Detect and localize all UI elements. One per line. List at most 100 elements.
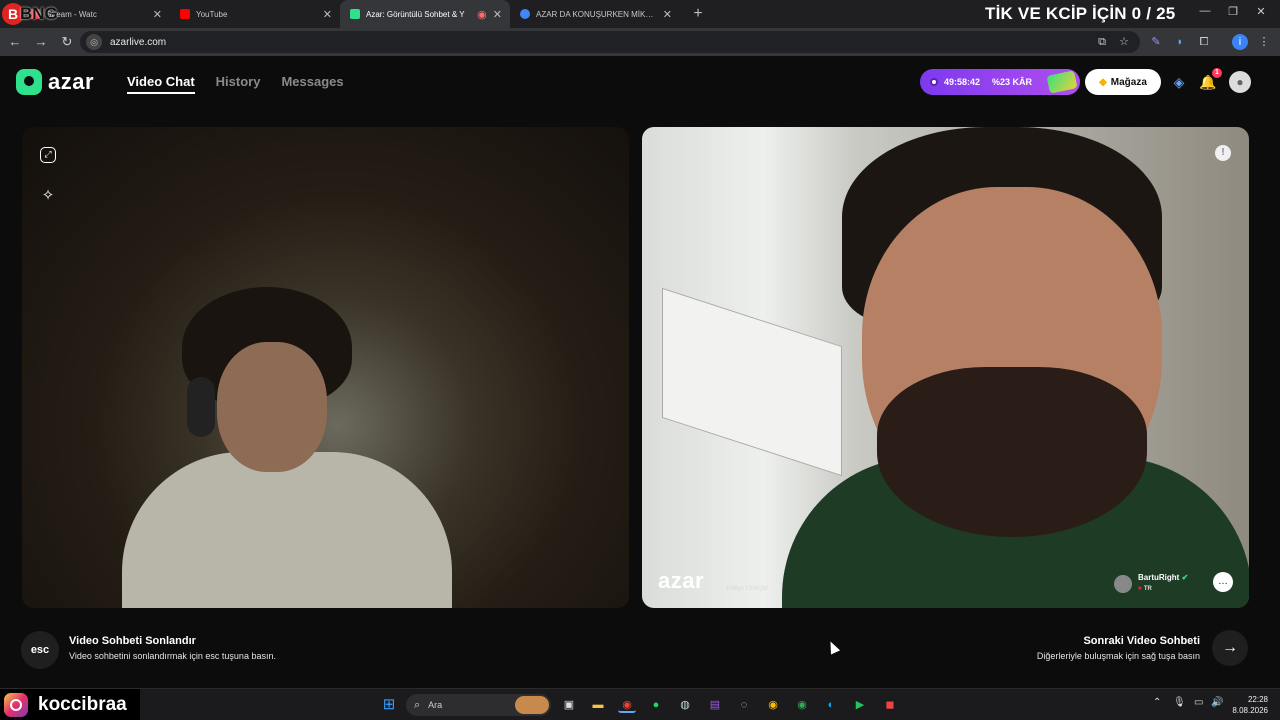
gem-gift-icon [1046, 70, 1078, 94]
peer-country: TR [1143, 586, 1152, 592]
tab-title: AZAR DA KONUŞURKEN MİKRO [536, 9, 657, 19]
next-chat-hint: Diğerleriyle buluşmak için sağ tuşa bası… [1036, 651, 1200, 661]
instagram-icon [4, 693, 28, 717]
forward-icon[interactable]: → [30, 31, 52, 53]
steam-icon[interactable]: ◍ [676, 697, 694, 713]
azar-favicon-icon [350, 9, 360, 19]
streamer-handle-text: koccibraa [38, 694, 127, 715]
tab-google[interactable]: AZAR DA KONUŞURKEN MİKRO ✕ [510, 0, 680, 28]
reload-icon[interactable]: ↻ [56, 31, 78, 53]
shop-label: Mağaza [1110, 76, 1147, 88]
nav-video-chat[interactable]: Video Chat [127, 74, 195, 94]
streaming-app-icon[interactable]: ◼ [881, 697, 899, 713]
media-app-icon[interactable]: ▤ [706, 697, 724, 713]
verified-icon: ✔ [1181, 573, 1189, 582]
address-bar[interactable]: ◎ azarlive.com [80, 31, 1140, 53]
taskbar-clock[interactable]: 22:28 8.08.2026 [1230, 694, 1268, 716]
stream-logo-text: BNG [20, 4, 58, 23]
taskbar-search[interactable]: ⌕ Ara [406, 694, 551, 716]
shop-button[interactable]: ◆ Mağaza [1085, 69, 1161, 95]
azar-logo-icon [16, 69, 42, 95]
display-icon[interactable]: ▭ [1194, 697, 1203, 708]
promo-timer-pill[interactable]: 49:58:42 %23 KÂR [920, 69, 1080, 95]
diamond-icon: ◆ [1099, 76, 1107, 88]
tray-chevron-icon[interactable]: ⌃ [1153, 697, 1161, 708]
azar-wordmark: azar [48, 69, 95, 94]
clock-date: 8.08.2026 [1232, 706, 1268, 715]
local-video: ⤢ ✧ [22, 127, 629, 608]
nav-messages[interactable]: Messages [281, 74, 343, 94]
recording-icon: ◉ [477, 8, 487, 21]
stream-overlay-title: TİK VE KCİP İÇİN 0 / 25 [985, 4, 1176, 23]
search-highlight-image [515, 696, 549, 714]
volume-icon[interactable]: 🔊 [1211, 697, 1223, 708]
promo-discount: %23 KÂR [992, 77, 1033, 87]
close-window-icon[interactable]: ✕ [1252, 5, 1270, 18]
promo-timer: 49:58:42 [944, 77, 981, 87]
nav-history[interactable]: History [216, 74, 261, 94]
extensions-puzzle-icon[interactable]: ⧠ [1196, 34, 1212, 50]
youtube-icon [180, 9, 190, 19]
chrome-icon[interactable]: ◉ [618, 697, 636, 713]
clock-time: 22:28 [1247, 695, 1268, 704]
maximize-icon[interactable]: ❐ [1224, 5, 1242, 18]
extension-pen-icon[interactable]: ✎ [1148, 34, 1164, 50]
next-chat-arrow-icon[interactable]: → [1212, 630, 1248, 666]
profile-icon[interactable]: i [1232, 34, 1248, 50]
obs-icon[interactable]: ◌ [735, 697, 753, 713]
windows-taskbar: koccibraa ⊞ ⌕ Ara ▣ ▬ ◉ ● ◍ ▤ ◌ ◉ ◉ ◐ ▶ … [0, 688, 1280, 720]
extension-audio-icon[interactable]: ◗ [1172, 34, 1188, 50]
end-chat-hint: Video sohbetini sonlandırmak için esc tu… [69, 651, 276, 661]
remote-person-image [782, 127, 1249, 608]
url-text: azarlive.com [110, 36, 167, 48]
bookmark-star-icon[interactable]: ☆ [1116, 34, 1132, 50]
spotify-icon[interactable]: ● [647, 697, 665, 713]
windows-start-icon[interactable]: ⊞ [380, 697, 398, 713]
minimize-icon[interactable]: — [1196, 5, 1214, 17]
streamer-handle: koccibraa [0, 689, 140, 720]
media-play-icon[interactable]: ▶ [851, 697, 869, 713]
close-tab-icon[interactable]: ✕ [663, 8, 672, 21]
new-tab-button[interactable]: + [688, 5, 708, 23]
notification-badge: 1 [1212, 68, 1222, 78]
close-tab-icon[interactable]: ✕ [493, 8, 502, 21]
tab-youtube[interactable]: YouTube ✕ [170, 0, 340, 28]
azar-watermark: azar [658, 568, 705, 593]
search-placeholder: Ara [428, 700, 443, 710]
microphone-icon[interactable]: 🎙 [1173, 697, 1186, 708]
chrome-profile-icon[interactable]: ◉ [764, 697, 782, 713]
peer-name-block: BartuRight ✔ ■ TR [1138, 573, 1188, 594]
watermark-id: hN6ynYSWQM [727, 586, 768, 592]
end-chat-button[interactable]: esc [21, 631, 59, 669]
chat-bubble-icon[interactable]: … [1213, 572, 1233, 592]
task-view-icon[interactable]: ▣ [560, 697, 578, 713]
report-icon[interactable]: ! [1215, 145, 1231, 161]
user-avatar-icon[interactable]: ● [1229, 71, 1251, 93]
timer-clock-icon [930, 78, 938, 86]
tab-azar[interactable]: Azar: Görüntülü Sohbet & Y ◉ ✕ [340, 0, 510, 28]
end-chat-title: Video Sohbeti Sonlandır [69, 635, 196, 647]
expand-icon[interactable]: ⤢ [40, 147, 56, 163]
turkey-flag-icon: ■ [1138, 586, 1142, 592]
remote-video: ! azar hN6ynYSWQM BartuRight ✔ ■ TR … [642, 127, 1249, 608]
back-icon[interactable]: ← [4, 31, 26, 53]
peer-info[interactable]: BartuRight ✔ ■ TR [1114, 573, 1188, 594]
tab-title: YouTube [196, 9, 228, 19]
mouse-cursor-icon [825, 639, 841, 655]
gem-balance-icon[interactable]: ◈ [1168, 71, 1190, 93]
search-icon: ⌕ [414, 698, 421, 711]
close-tab-icon[interactable]: ✕ [323, 8, 332, 21]
chrome-profile-2-icon[interactable]: ◉ [793, 697, 811, 713]
tab-title: Stream - Watc [46, 9, 97, 19]
next-chat-title: Sonraki Video Sohbeti [1083, 635, 1200, 647]
screen: Stream - Watc ✕ YouTube ✕ Azar: Görüntül… [0, 0, 1280, 720]
magic-wand-icon[interactable]: ✧ [36, 184, 60, 208]
azar-logo[interactable]: azar [16, 69, 94, 95]
site-info-icon[interactable]: ◎ [86, 34, 102, 50]
browser-menu-icon[interactable]: ⋮ [1256, 34, 1272, 50]
close-tab-icon[interactable]: ✕ [153, 8, 162, 21]
edge-icon[interactable]: ◐ [822, 697, 840, 713]
file-explorer-icon[interactable]: ▬ [589, 697, 607, 713]
install-app-icon[interactable]: ⧉ [1094, 34, 1110, 50]
azar-page: azar Video Chat History Messages 49:58:4… [0, 56, 1280, 688]
